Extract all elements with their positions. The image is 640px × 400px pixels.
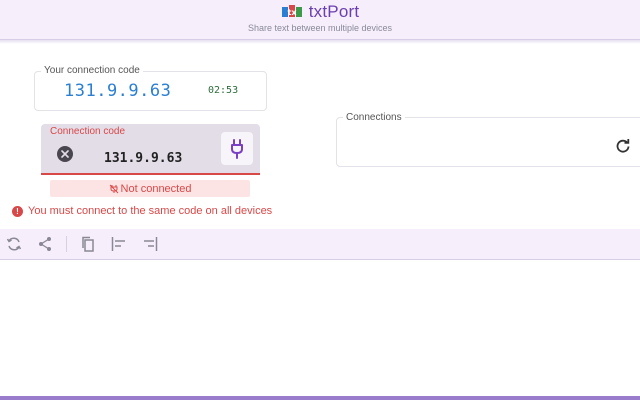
brand: tx txtPort <box>0 2 640 22</box>
copy-icon[interactable] <box>79 235 97 253</box>
txtport-logo-icon: tx <box>281 3 303 21</box>
plug-off-icon <box>109 184 118 193</box>
info-icon: ! <box>12 205 23 217</box>
your-code-value[interactable]: 131.9.9.63 <box>64 81 171 101</box>
connection-code-label: Connection code <box>50 126 126 137</box>
connection-status-badge: Not connected <box>50 180 250 197</box>
app-window: tx txtPort Share text between multiple d… <box>0 0 640 400</box>
connect-button[interactable] <box>221 132 253 165</box>
app-header: tx txtPort Share text between multiple d… <box>0 0 640 40</box>
share-icon[interactable] <box>36 235 54 253</box>
editor-toolbar <box>0 229 640 260</box>
svg-text:tx: tx <box>287 8 297 17</box>
bottom-accent-bar <box>0 396 640 400</box>
align-right-icon[interactable] <box>141 235 159 253</box>
clear-icon[interactable] <box>57 146 73 162</box>
align-left-icon[interactable] <box>110 235 128 253</box>
your-code-label: Your connection code <box>41 65 143 76</box>
text-editor-area[interactable] <box>0 261 640 396</box>
connections-card: Connections <box>336 112 640 167</box>
your-connection-code-card: Your connection code 131.9.9.63 02:53 <box>34 65 267 111</box>
code-expiry-timer: 02:53 <box>208 85 239 96</box>
toolbar-divider <box>66 236 67 252</box>
refresh-icon[interactable] <box>615 138 631 154</box>
plug-icon <box>231 138 243 159</box>
connection-code-field[interactable]: Connection code 131.9.9.63 <box>41 124 260 175</box>
app-subtitle: Share text between multiple devices <box>247 23 393 33</box>
header-divider <box>0 40 640 44</box>
app-title: txtPort <box>308 2 360 21</box>
connections-label: Connections <box>343 112 405 123</box>
connection-status-text: Not connected <box>120 182 192 195</box>
warning-text: You must connect to the same code on all… <box>28 205 273 217</box>
warning-message: ! You must connect to the same code on a… <box>12 205 272 217</box>
sync-icon[interactable] <box>5 235 23 253</box>
connection-code-input[interactable]: 131.9.9.63 <box>104 151 182 166</box>
